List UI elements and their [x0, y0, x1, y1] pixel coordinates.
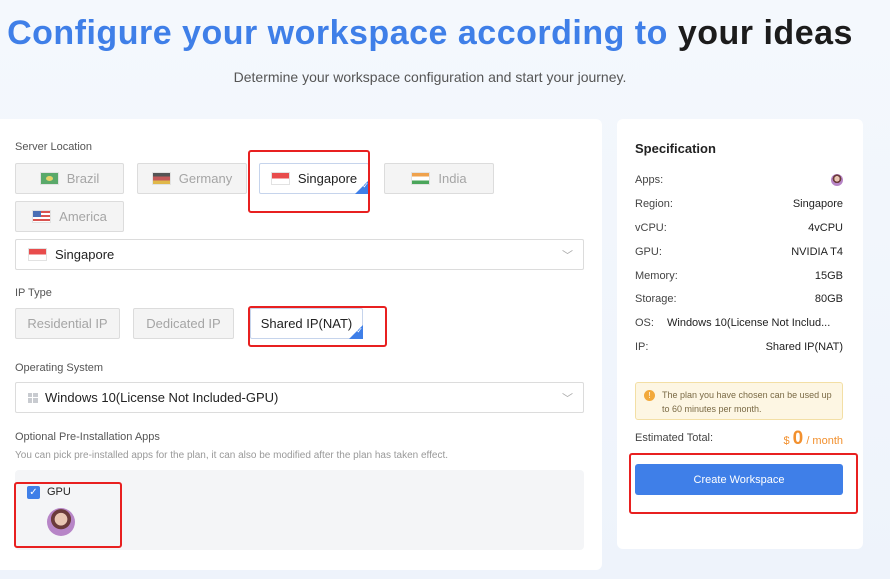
gpu-group-label: GPU [47, 486, 71, 498]
germany-flag-icon [151, 172, 171, 185]
location-option-label: India [438, 171, 467, 186]
gpu-checkbox[interactable]: ✓ [27, 486, 40, 499]
spec-panel: Specification Apps: Region: Singapore vC… [617, 119, 863, 549]
os-label: Operating System [15, 362, 104, 374]
ip-option-label: Dedicated IP [146, 316, 221, 331]
spec-key: Region: [635, 198, 673, 210]
location-option-america[interactable]: America [15, 201, 124, 232]
spec-title: Specification [635, 141, 716, 156]
india-flag-icon [411, 172, 431, 185]
app-avatar[interactable] [47, 508, 75, 536]
currency-symbol: $ [783, 435, 790, 447]
spec-row-gpu: GPU: NVIDIA T4 [635, 246, 843, 262]
ip-option-dedicated[interactable]: Dedicated IP [133, 308, 234, 339]
page-title-rest: your ideas [677, 14, 853, 52]
config-panel: Server Location Brazil Germany Singapore… [0, 119, 602, 570]
apps-hint: You can pick pre-installed apps for the … [15, 450, 449, 461]
spec-row-vcpu: vCPU: 4vCPU [635, 222, 843, 238]
chevron-down-icon: ﹀ [562, 393, 573, 405]
location-option-label: America [59, 209, 107, 224]
spec-key: Apps: [635, 174, 664, 186]
price-value: 0 [792, 428, 804, 449]
location-option-label: Brazil [66, 171, 100, 186]
spec-row-memory: Memory: 15GB [635, 270, 843, 286]
ip-option-label: Shared IP(NAT) [260, 316, 353, 331]
chevron-down-icon: ﹀ [562, 250, 573, 262]
spec-row-ip: IP: Shared IP(NAT) [635, 341, 843, 357]
os-select[interactable]: Windows 10(License Not Included-GPU) ﹀ [15, 382, 584, 413]
spec-value: 15GB [814, 270, 843, 282]
spec-value: NVIDIA T4 [791, 246, 843, 258]
selected-check-icon [355, 180, 369, 194]
page-title: Configure your workspace according to yo… [0, 14, 860, 53]
ip-option-residential[interactable]: Residential IP [15, 308, 120, 339]
os-select-value: Windows 10(License Not Included-GPU) [45, 390, 279, 405]
selected-check-icon [349, 325, 363, 339]
ip-option-shared[interactable]: Shared IP(NAT) [250, 308, 363, 339]
ip-type-label: IP Type [15, 287, 52, 299]
location-option-brazil[interactable]: Brazil [15, 163, 124, 194]
spec-row-region: Region: Singapore [635, 198, 843, 214]
location-select-value: Singapore [55, 247, 115, 262]
brazil-flag-icon [39, 172, 59, 185]
spec-value: 4vCPU [808, 222, 843, 234]
usage-notice: ! The plan you have chosen can be used u… [635, 382, 843, 420]
price-display: $ 0 / month [783, 428, 843, 450]
app-avatar [831, 174, 843, 186]
apps-label: Optional Pre-Installation Apps [15, 431, 160, 443]
apps-list: ✓ GPU [15, 470, 584, 550]
singapore-flag-icon [270, 172, 290, 185]
notice-text: The plan you have chosen can be used up … [662, 390, 832, 414]
estimated-total-label: Estimated Total: [635, 432, 714, 444]
ip-option-label: Residential IP [27, 316, 108, 331]
spec-key: OS: [635, 317, 654, 329]
location-option-label: Singapore [297, 171, 358, 186]
spec-key: IP: [635, 341, 649, 353]
spec-key: Storage: [635, 293, 677, 305]
warning-icon: ! [644, 390, 655, 401]
spec-value: Singapore [792, 198, 843, 210]
page-title-highlight: Configure your workspace according to [7, 14, 668, 52]
spec-row-os: OS: Windows 10(License Not Includ... [635, 317, 843, 333]
spec-key: Memory: [635, 270, 678, 282]
location-option-singapore[interactable]: Singapore [259, 163, 369, 194]
windows-icon [28, 392, 38, 403]
location-option-label: Germany [178, 171, 233, 186]
create-workspace-button[interactable]: Create Workspace [635, 464, 843, 495]
spec-row-storage: Storage: 80GB [635, 293, 843, 309]
spec-row-apps: Apps: [635, 174, 843, 190]
location-option-india[interactable]: India [384, 163, 494, 194]
spec-value: Shared IP(NAT) [765, 341, 843, 353]
location-option-germany[interactable]: Germany [137, 163, 247, 194]
singapore-flag-icon [28, 248, 47, 261]
usa-flag-icon [32, 210, 52, 223]
spec-key: GPU: [635, 246, 662, 258]
page-subtitle: Determine your workspace configuration a… [233, 69, 627, 85]
spec-value: 80GB [814, 293, 843, 305]
location-select[interactable]: Singapore ﹀ [15, 239, 584, 270]
spec-value: Windows 10(License Not Includ... [667, 317, 831, 329]
spec-key: vCPU: [635, 222, 667, 234]
server-location-label: Server Location [15, 141, 93, 153]
price-period: / month [806, 435, 843, 447]
